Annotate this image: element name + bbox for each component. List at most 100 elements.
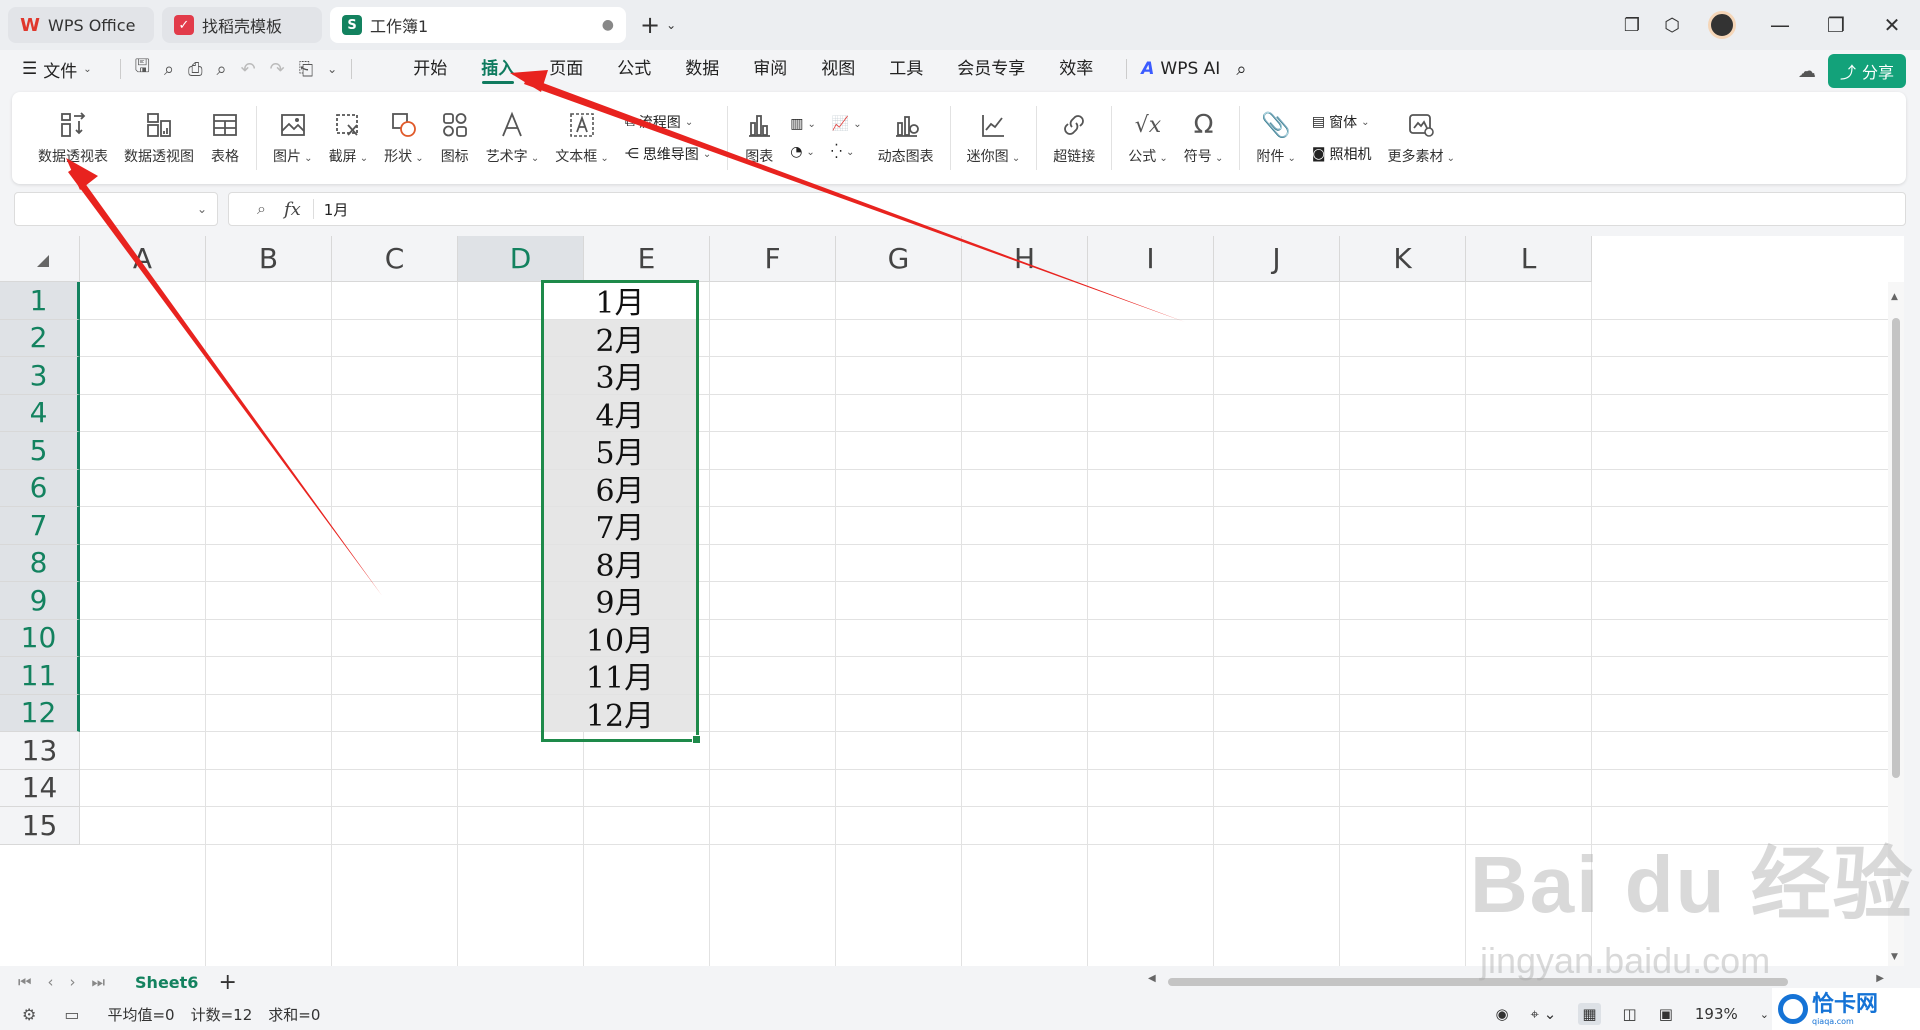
column-header-i[interactable]: I (1088, 236, 1214, 282)
scroll-down-icon[interactable]: ▼ (1891, 952, 1898, 962)
wps-ai-button[interactable]: A WPS AI (1126, 59, 1220, 79)
cell-d9[interactable]: 9月 (543, 582, 697, 621)
attachment-button[interactable]: 📎 附件 ⌄ (1248, 100, 1304, 176)
row-header-3[interactable]: 3 (0, 357, 80, 395)
undo-icon[interactable]: ↶ (241, 59, 256, 80)
next-sheet-icon[interactable]: › (70, 973, 76, 991)
save-icon[interactable]: 🖫 (135, 54, 150, 84)
column-header-f[interactable]: F (710, 236, 836, 282)
picture-button[interactable]: 图片 ⌄ (265, 100, 321, 176)
cell-d7[interactable]: 7月 (543, 507, 697, 546)
scatter-chart-icon[interactable]: ⁛ (831, 144, 842, 160)
chevron-down-icon[interactable]: ⌄ (1760, 1008, 1769, 1021)
table-button[interactable]: 表格 (202, 100, 248, 176)
row-header-8[interactable]: 8 (0, 544, 80, 582)
cell-d10[interactable]: 10月 (543, 619, 697, 659)
chevron-down-icon[interactable]: ⌄ (327, 62, 337, 76)
column-chart-icon[interactable]: ▥ (790, 116, 803, 132)
column-header-l[interactable]: L (1466, 236, 1592, 282)
row-header-5[interactable]: 5 (0, 432, 80, 470)
row-header-6[interactable]: 6 (0, 469, 80, 507)
hyperlink-button[interactable]: 超链接 (1045, 100, 1103, 176)
add-sheet-button[interactable]: + (218, 970, 236, 995)
column-header-g[interactable]: G (836, 236, 962, 282)
avatar[interactable] (1708, 11, 1736, 39)
scroll-up-icon[interactable]: ▲ (1891, 292, 1898, 302)
first-sheet-icon[interactable]: ⏮ (18, 973, 32, 991)
cube-icon[interactable]: ⬡ (1652, 15, 1692, 36)
eye-protection-icon[interactable]: ◉ (1495, 1005, 1508, 1023)
scroll-left-icon[interactable]: ◀ (1148, 973, 1156, 984)
tab-wps-office[interactable]: W WPS Office (8, 7, 154, 43)
tab-docer-templates[interactable]: ✓ 找稻壳模板 (162, 7, 322, 43)
row-header-7[interactable]: 7 (0, 507, 80, 545)
column-header-k[interactable]: K (1340, 236, 1466, 282)
menu-tab-data[interactable]: 数据 (668, 50, 736, 88)
multi-window-icon[interactable]: ❐ (1612, 15, 1652, 36)
shape-button[interactable]: 形状 ⌄ (376, 100, 432, 176)
row-header-9[interactable]: 9 (0, 582, 80, 620)
row-header-2[interactable]: 2 (0, 319, 80, 357)
prev-sheet-icon[interactable]: ‹ (48, 973, 54, 991)
sparkline-button[interactable]: 迷你图 ⌄ (959, 100, 1029, 176)
zoom-level[interactable]: 193% (1695, 1005, 1738, 1023)
menu-tab-insert[interactable]: 插入 (464, 50, 532, 88)
row-header-1[interactable]: 1 (0, 282, 80, 320)
cell-d3[interactable]: 3月 (543, 357, 697, 396)
cell-d11[interactable]: 11月 (543, 657, 697, 696)
chevron-down-icon[interactable]: ⌄ (197, 202, 207, 216)
sheet-tab[interactable]: Sheet6 (135, 973, 198, 992)
pivot-table-button[interactable]: 数据透视表 (30, 100, 116, 176)
tab-workbook1[interactable]: S 工作簿1 ● (330, 7, 626, 43)
center-icon[interactable]: ⌖ ⌄ (1531, 1005, 1557, 1023)
row-header-10[interactable]: 10 (0, 619, 80, 657)
share-button[interactable]: ⤴ 分享 (1827, 54, 1906, 88)
page-layout-view-icon[interactable]: ◫ (1623, 1005, 1637, 1023)
symbol-button[interactable]: Ω 符号 ⌄ (1176, 100, 1232, 176)
search-icon[interactable]: ⌕ (1236, 59, 1246, 80)
formula-button[interactable]: √x 公式 ⌄ (1120, 100, 1176, 176)
column-header-a[interactable]: A (80, 236, 206, 282)
last-sheet-icon[interactable]: ⏭ (92, 973, 106, 991)
text-box-button[interactable]: 文本框 ⌄ (547, 100, 617, 176)
print-icon[interactable]: ⎙ (188, 59, 202, 80)
column-header-d[interactable]: D (458, 236, 584, 282)
menu-tab-review[interactable]: 审阅 (736, 50, 804, 88)
row-header-11[interactable]: 11 (0, 657, 80, 695)
vertical-scroll-thumb[interactable] (1892, 318, 1900, 778)
redo-icon[interactable]: ↷ (270, 59, 285, 80)
page-break-view-icon[interactable]: ▣ (1659, 1005, 1673, 1023)
pie-chart-icon[interactable]: ◔ (790, 144, 802, 160)
print-preview-icon[interactable]: ⌕ (216, 59, 226, 80)
row-header-4[interactable]: 4 (0, 394, 80, 432)
screenshot-button[interactable]: 截屏 ⌄ (321, 100, 377, 176)
menu-tab-view[interactable]: 视图 (804, 50, 872, 88)
chart-button[interactable]: 图表 (736, 100, 782, 176)
flowchart-button[interactable]: ⧉ 流程图 ⌄ (625, 112, 711, 132)
menu-tab-tools[interactable]: 工具 (872, 50, 940, 88)
row-header-13[interactable]: 13 (0, 732, 80, 770)
scroll-right-icon[interactable]: ▶ (1876, 973, 1884, 984)
name-box[interactable]: ⌄ (14, 192, 218, 226)
row-header-14[interactable]: 14 (0, 769, 80, 807)
row-header-15[interactable]: 15 (0, 807, 80, 845)
menu-tab-member[interactable]: 会员专享 (940, 50, 1042, 88)
formula-bar[interactable]: ⌕ fx 1月 (228, 192, 1906, 226)
cell-d8[interactable]: 8月 (543, 544, 697, 584)
format-painter-icon[interactable]: ⌕ (164, 59, 174, 80)
menu-tab-efficiency[interactable]: 效率 (1042, 50, 1110, 88)
sheet-view-icon[interactable]: ▭ (64, 1005, 79, 1024)
menu-tab-home[interactable]: 开始 (396, 50, 464, 88)
icon-button[interactable]: 图标 (432, 100, 478, 176)
cell-d4[interactable]: 4月 (543, 394, 697, 434)
column-header-h[interactable]: H (962, 236, 1088, 282)
row-header-12[interactable]: 12 (0, 694, 80, 732)
cell-d5[interactable]: 5月 (543, 432, 697, 471)
column-header-c[interactable]: C (332, 236, 458, 282)
normal-view-icon[interactable]: ▦ (1578, 1003, 1601, 1025)
export-icon[interactable]: ⎗ (299, 59, 313, 80)
zoom-search-icon[interactable]: ⌕ (257, 199, 266, 219)
word-art-button[interactable]: 艺术字 ⌄ (478, 100, 548, 176)
cell-d12[interactable]: 12月 (543, 694, 697, 734)
fx-icon[interactable]: fx (284, 199, 301, 220)
